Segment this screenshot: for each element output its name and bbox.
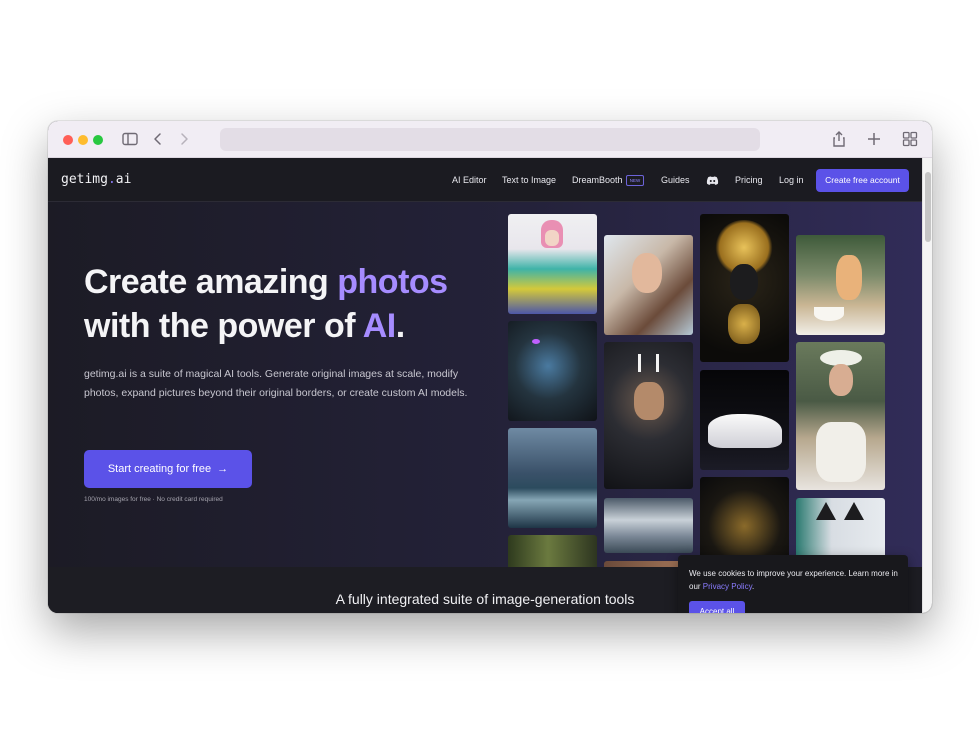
address-bar[interactable] (220, 128, 760, 151)
hero-title-text-1: Create amazing (84, 263, 338, 301)
gallery-image-white-sneaker (700, 370, 789, 470)
webpage: getimg.ai AI Editor Text to Image DreamB… (48, 158, 922, 613)
sidebar-icon[interactable] (121, 130, 139, 148)
logo-prefix: getimg (61, 172, 108, 187)
hero-title-accent-1: photos (337, 263, 448, 301)
share-icon[interactable] (830, 130, 848, 148)
gallery-image-stormy-sea (508, 428, 597, 528)
logo-dot: . (107, 172, 116, 187)
page-scrollbar[interactable] (922, 158, 932, 613)
new-badge: NEW (626, 175, 644, 186)
gallery-image-portrait-woman (604, 235, 693, 335)
hero-title-text-2: with the power of (84, 307, 363, 345)
browser-toolbar (48, 121, 932, 158)
accept-all-button[interactable]: Accept all (689, 601, 745, 613)
top-nav: getimg.ai AI Editor Text to Image DreamB… (48, 158, 922, 202)
nav-ai-editor[interactable]: AI Editor (452, 175, 487, 185)
hero-description: getimg.ai is a suite of magical AI tools… (84, 368, 468, 399)
tab-overview-icon[interactable] (901, 130, 919, 148)
hero-note: 100/mo images for free · No credit card … (84, 496, 223, 503)
cookie-banner: We use cookies to improve your experienc… (678, 555, 908, 613)
hero-title-accent-2: AI (362, 307, 397, 345)
cookie-text-end: . (752, 582, 755, 591)
logo[interactable]: getimg.ai (61, 172, 131, 187)
new-tab-icon[interactable] (865, 130, 883, 148)
create-account-button[interactable]: Create free account (816, 169, 909, 192)
cookie-text: We use cookies to improve your experienc… (689, 567, 899, 593)
back-icon[interactable] (149, 130, 167, 148)
privacy-policy-link[interactable]: Privacy Policy (703, 582, 752, 591)
nav-dreambooth[interactable]: DreamBooth (572, 175, 623, 185)
gallery-image-pink-hair-girl (508, 214, 597, 314)
nav-log-in[interactable]: Log in (779, 175, 804, 185)
hero-title-line-2: with the power of AI. (84, 304, 448, 348)
gallery-image-clouds (604, 498, 693, 553)
forward-icon[interactable] (175, 130, 193, 148)
nav-guides[interactable]: Guides (661, 175, 690, 185)
logo-suffix: ai (115, 172, 132, 187)
gallery-image-cyborg-woman (508, 321, 597, 421)
close-window-button[interactable] (63, 135, 73, 145)
discord-icon[interactable] (706, 175, 719, 186)
maximize-window-button[interactable] (93, 135, 103, 145)
gallery-image-flower-crown-woman (796, 342, 885, 490)
gallery-image-armored-warrior (604, 342, 693, 489)
nav-text-to-image[interactable]: Text to Image (502, 175, 556, 185)
nav-pricing[interactable]: Pricing (735, 175, 763, 185)
gallery-image-cat-teacup (796, 235, 885, 335)
browser-window: getimg.ai AI Editor Text to Image DreamB… (48, 121, 932, 613)
start-creating-label: Start creating for free (107, 463, 212, 475)
start-creating-button[interactable]: Start creating for free → (84, 450, 252, 488)
hero-title-line-1: Create amazing photos (84, 260, 448, 304)
gallery-image-golden-mask (700, 214, 789, 362)
arrow-right-icon: → (217, 463, 229, 475)
minimize-window-button[interactable] (78, 135, 88, 145)
hero-title-period: . (395, 307, 405, 345)
hero-title: Create amazing photos with the power of … (84, 260, 448, 348)
scrollbar-thumb[interactable] (925, 172, 931, 242)
